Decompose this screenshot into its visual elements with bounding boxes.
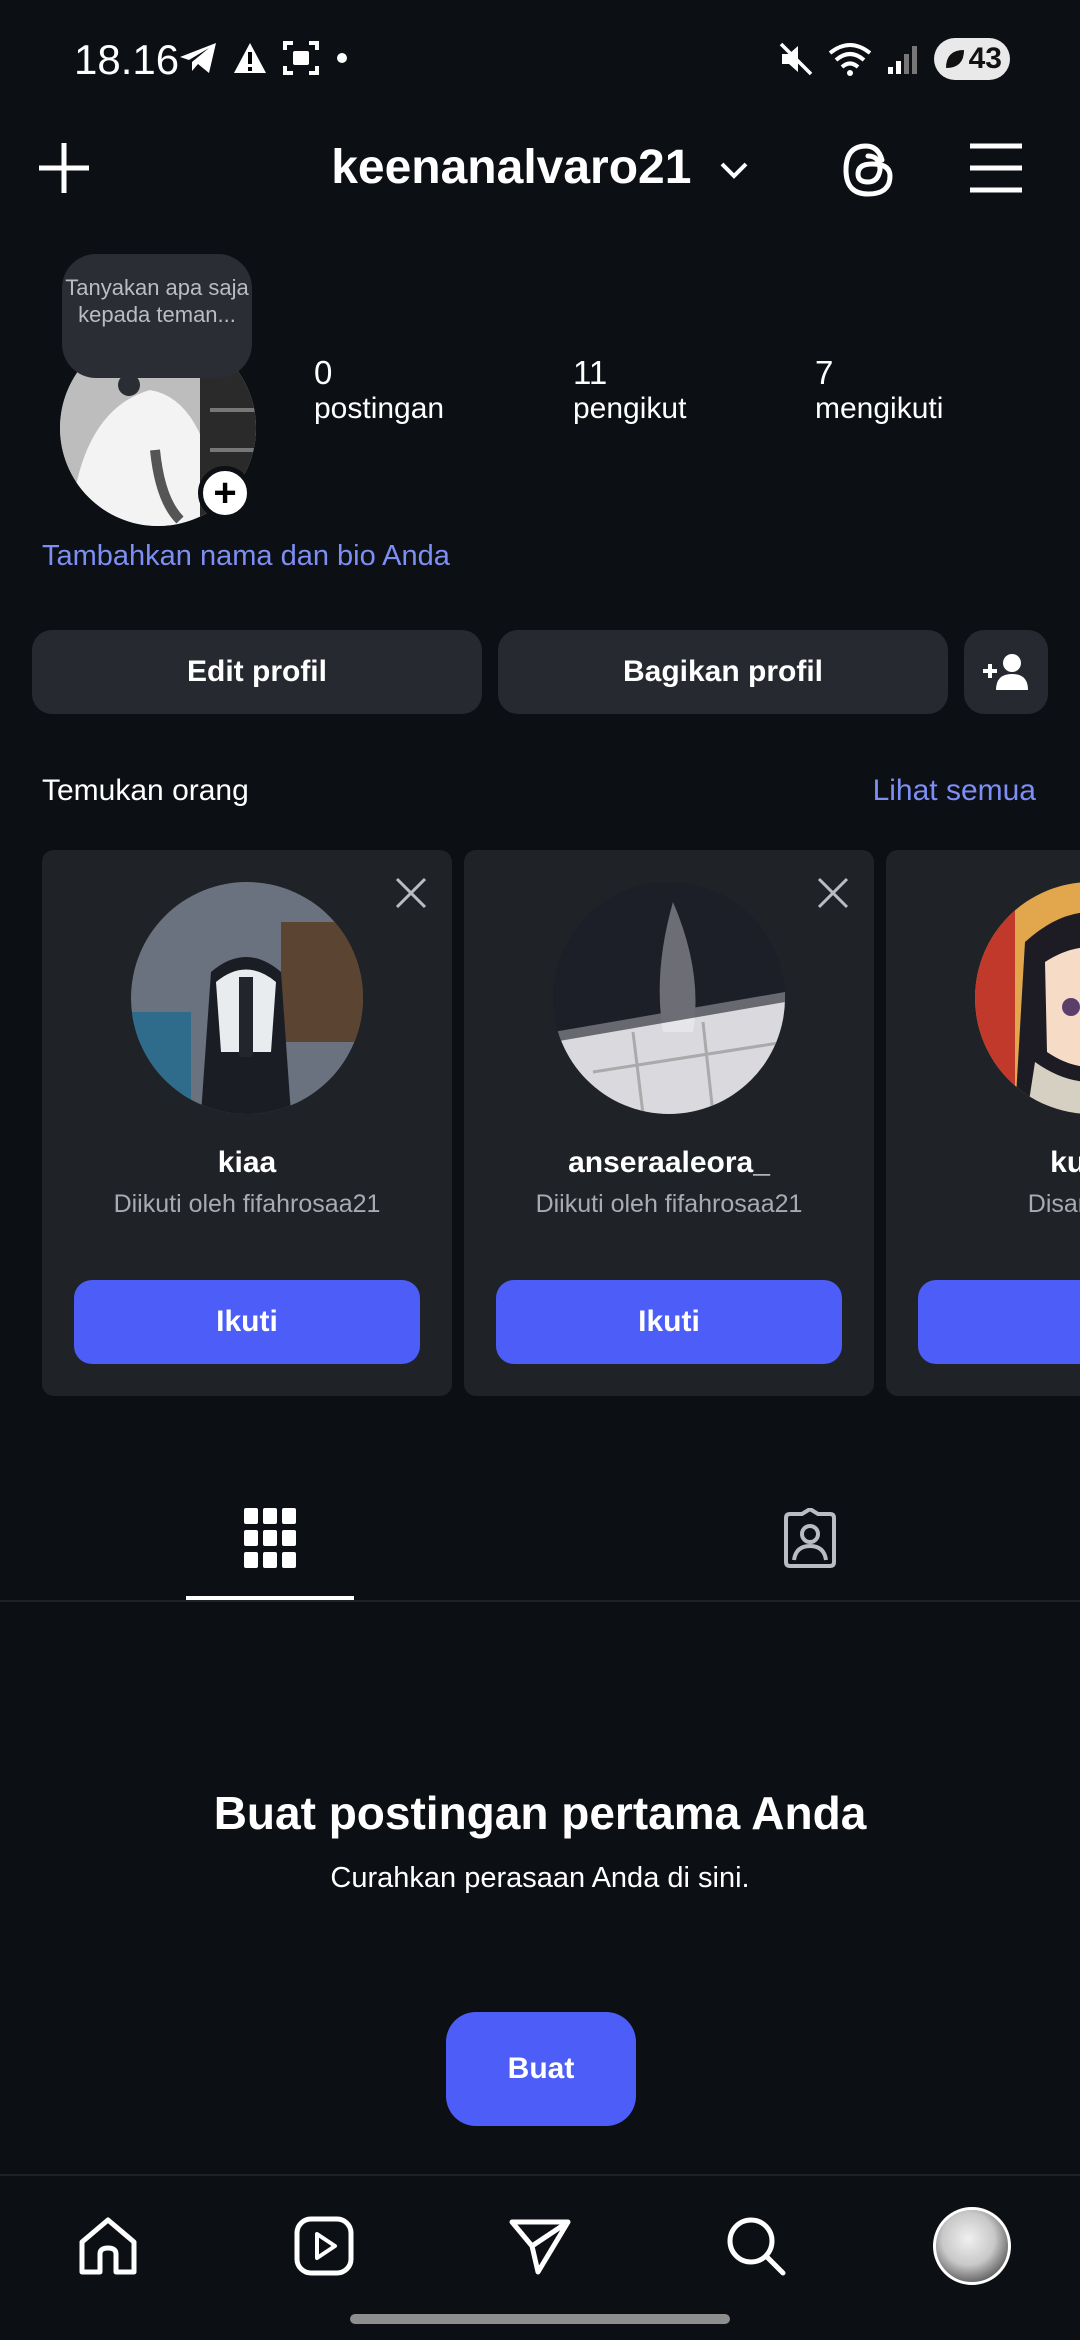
stat-following-value: 7 <box>815 354 834 391</box>
close-icon[interactable] <box>816 876 850 910</box>
see-all-link[interactable]: Lihat semua <box>873 774 1036 808</box>
suggestion-name[interactable]: anseraaleora_ <box>464 1146 874 1180</box>
battery-level: 43 <box>968 42 1002 75</box>
signal-icon <box>888 46 917 74</box>
suggestion-photo <box>975 882 1080 1114</box>
menu-icon[interactable] <box>968 142 1024 194</box>
create-post-button[interactable]: Buat <box>446 2012 636 2126</box>
suggestion-name[interactable]: kurok <box>886 1146 1080 1180</box>
suggestion-avatar[interactable] <box>553 882 785 1114</box>
add-person-icon <box>983 654 1028 690</box>
follow-button[interactable]: Ikuti <box>496 1280 842 1364</box>
account-switcher[interactable]: keenanalvaro21 <box>0 140 1080 195</box>
edit-profile-button[interactable]: Edit profil <box>32 630 482 714</box>
suggestion-photo <box>553 882 785 1114</box>
search-icon <box>727 2217 786 2276</box>
suggestion-photo <box>131 882 363 1114</box>
stat-posts-label: postingan <box>314 392 445 425</box>
close-icon[interactable] <box>394 876 428 910</box>
threads-icon[interactable] <box>838 140 898 200</box>
tabs-divider <box>0 1600 1080 1602</box>
suggestion-subtitle: Disarankan <box>1027 1190 1080 1218</box>
nav-profile[interactable] <box>932 2206 1012 2286</box>
discover-people-button[interactable] <box>964 630 1048 714</box>
suggestion-card[interactable]: kurok Disarankan Ik <box>886 850 1080 1396</box>
suggestion-card[interactable]: kiaa Diikuti oleh fifahrosaa21 Ikuti <box>42 850 452 1396</box>
notification-dot-icon <box>337 53 347 63</box>
stat-posts[interactable]: 0 postingan <box>314 354 444 426</box>
home-icon <box>79 2217 137 2275</box>
stat-followers[interactable]: 11 pengikut <box>573 354 686 426</box>
suggestion-subtitle: Diikuti oleh fifahrosaa21 <box>535 1190 803 1218</box>
reels-icon <box>294 2216 354 2276</box>
suggestion-card[interactable]: anseraaleora_ Diikuti oleh fifahrosaa21 … <box>464 850 874 1396</box>
nav-reels[interactable] <box>284 2206 364 2286</box>
suggestion-subtitle: Diikuti oleh fifahrosaa21 <box>113 1190 381 1218</box>
stat-followers-label: pengikut <box>573 392 687 425</box>
status-right: 43 <box>778 38 1010 80</box>
share-profile-button[interactable]: Bagikan profil <box>498 630 948 714</box>
wifi-icon <box>828 43 872 76</box>
add-story-plus-icon[interactable]: + <box>198 466 252 520</box>
nav-search[interactable] <box>716 2206 796 2286</box>
suggestion-avatar[interactable] <box>975 882 1080 1114</box>
chevron-down-icon <box>720 162 748 180</box>
battery-indicator: 43 <box>934 38 1010 80</box>
mute-icon <box>779 42 813 76</box>
follow-button[interactable]: Ik <box>918 1280 1080 1364</box>
suggestion-avatar[interactable] <box>131 882 363 1114</box>
screenshot-icon <box>283 41 319 75</box>
status-time: 18.16 <box>74 36 180 83</box>
discover-title: Temukan orang <box>42 774 249 807</box>
nav-home[interactable] <box>68 2206 148 2286</box>
stat-posts-value: 0 <box>314 354 333 391</box>
follow-button[interactable]: Ikuti <box>74 1280 420 1364</box>
note-bubble[interactable]: Tanyakan apa saja kepada teman... <box>62 254 252 396</box>
power-saving-leaf-icon <box>946 50 964 68</box>
status-left-icons <box>178 40 350 76</box>
suggestion-name[interactable]: kiaa <box>42 1146 452 1180</box>
home-indicator[interactable] <box>350 2314 730 2324</box>
grid-icon[interactable] <box>244 1508 296 1568</box>
active-tab-indicator <box>186 1596 354 1600</box>
warning-icon <box>234 43 266 73</box>
username-label: keenanalvaro21 <box>331 141 692 194</box>
telegram-icon <box>180 43 216 73</box>
tagged-icon[interactable] <box>780 1508 840 1568</box>
empty-state-title: Buat postingan pertama Anda <box>213 1787 867 1839</box>
stat-followers-value: 11 <box>573 354 608 391</box>
stat-following[interactable]: 7 mengikuti <box>815 354 943 426</box>
stat-following-label: mengikuti <box>815 392 944 425</box>
add-bio-link[interactable]: Tambahkan nama dan bio Anda <box>42 540 450 573</box>
direct-icon <box>509 2219 571 2275</box>
empty-state-subtitle: Curahkan perasaan Anda di sini. <box>330 1862 750 1894</box>
nav-direct[interactable] <box>500 2206 580 2286</box>
profile-avatar <box>933 2207 1011 2285</box>
